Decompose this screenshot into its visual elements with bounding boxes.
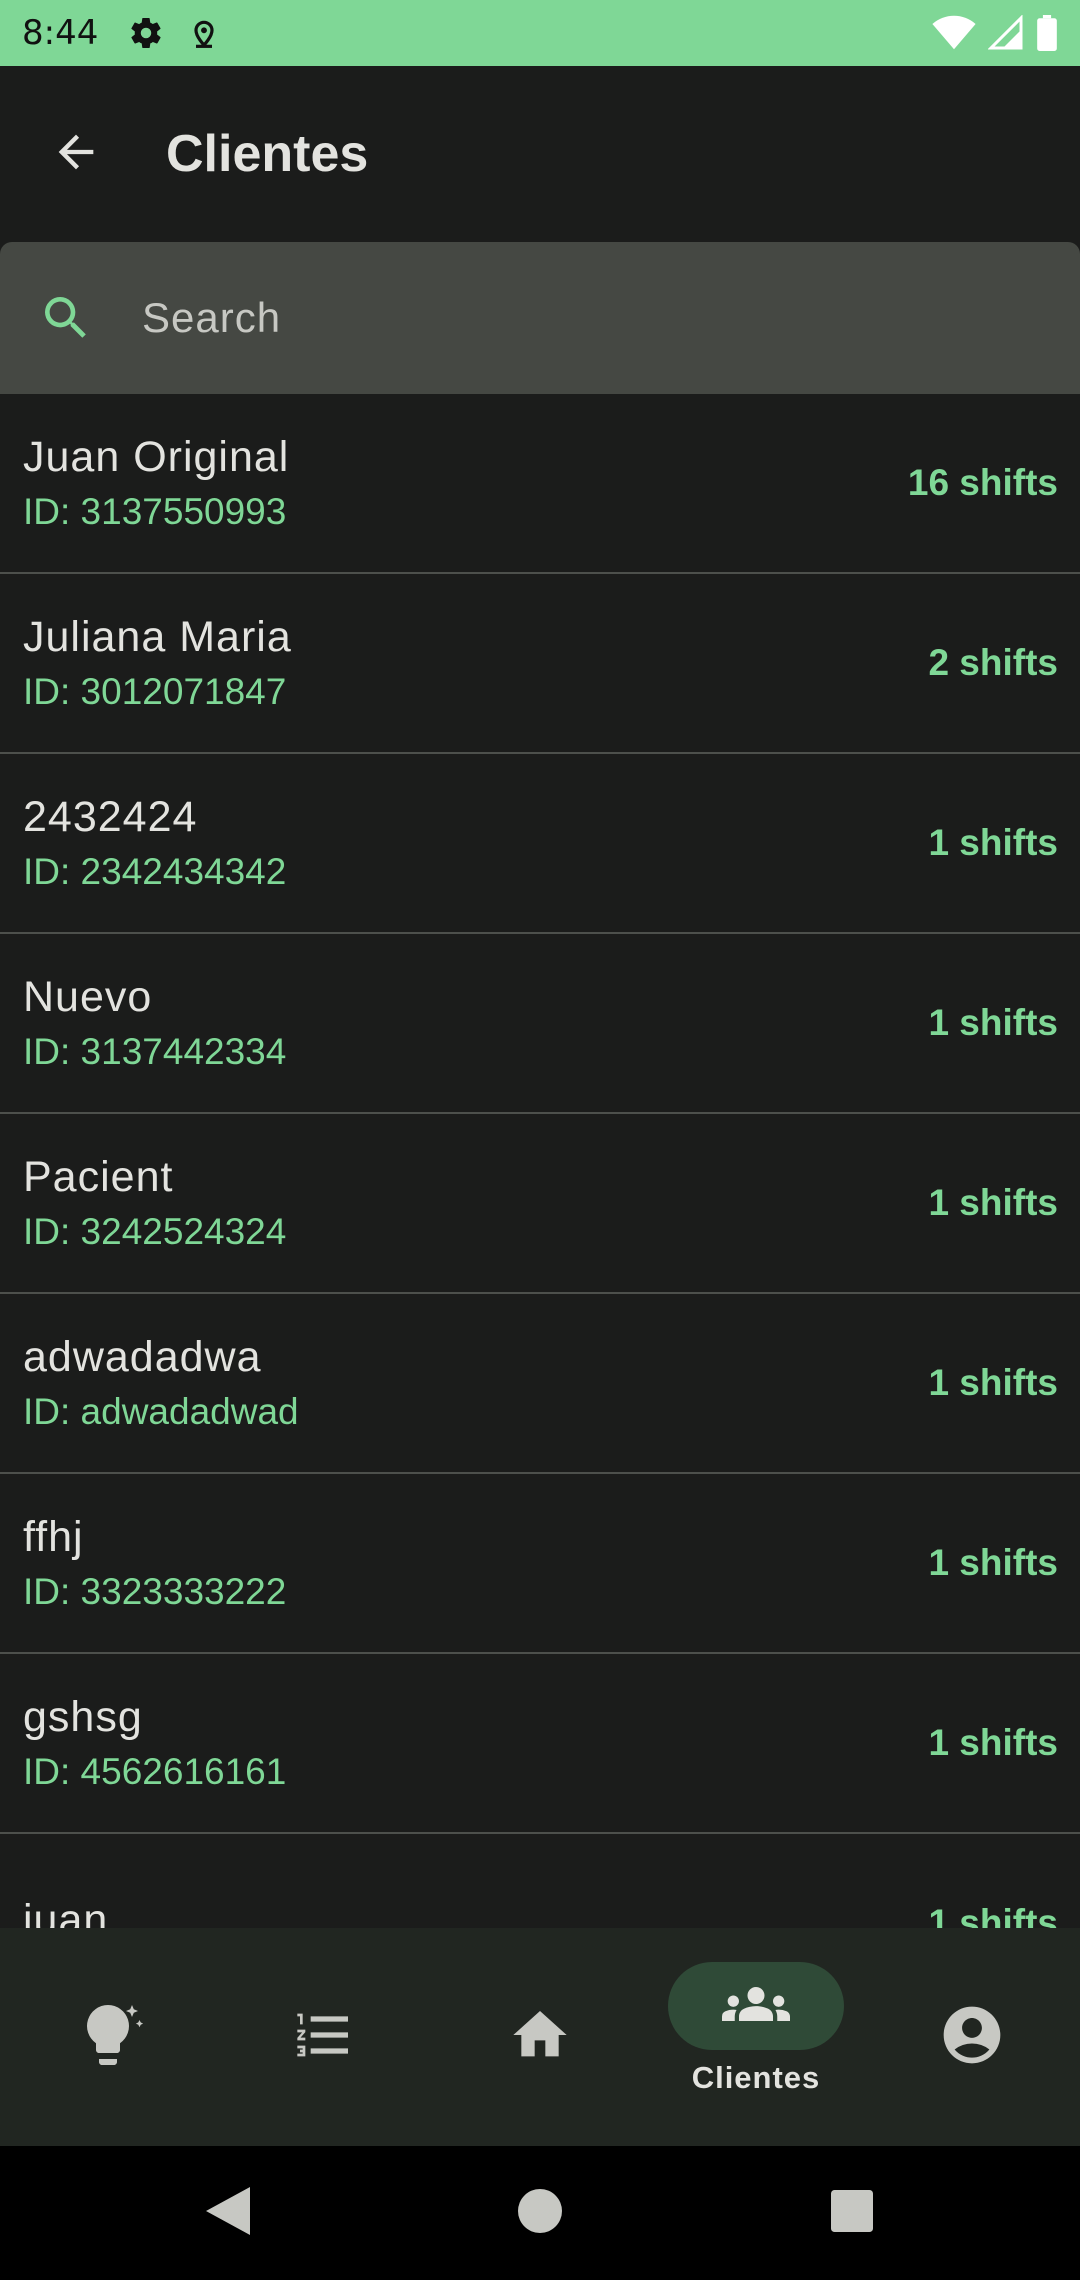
client-shifts: 16 shifts	[907, 462, 1058, 503]
list-item[interactable]: Pacient ID: 3242524324 1 shifts	[0, 1114, 1080, 1294]
client-shifts: 1 shifts	[928, 1182, 1058, 1223]
lightbulb-sparkle-icon	[72, 1999, 144, 2076]
arrow-back-icon	[50, 126, 102, 183]
client-name: Juan Original	[23, 433, 290, 481]
client-name: Pacient	[23, 1153, 174, 1201]
nav-item-home[interactable]	[432, 1928, 648, 2146]
list-item[interactable]: Juan Original ID: 3137550993 16 shifts	[0, 394, 1080, 574]
client-name: Juliana Maria	[23, 613, 292, 661]
recents-square-icon	[831, 2189, 873, 2237]
client-info: ffhj ID: 3323333222	[23, 1511, 928, 1615]
client-name: 2432424	[23, 793, 198, 841]
nav-pill	[20, 1993, 196, 2081]
clientes-screen: 8:44 Clientes Search Juan Original ID: 3…	[0, 0, 1080, 2280]
nav-item-account[interactable]	[864, 1928, 1080, 2146]
system-back-button[interactable]	[72, 2186, 384, 2240]
list-item[interactable]: adwadadwa ID: adwadadwad 1 shifts	[0, 1294, 1080, 1474]
list-item[interactable]: gshsg ID: 4562616161 1 shifts	[0, 1654, 1080, 1834]
home-icon	[508, 2003, 572, 2072]
nav-pill	[236, 1993, 412, 2081]
app-bar: Clientes	[0, 66, 1080, 242]
list-item[interactable]: 2432424 ID: 2342434342 1 shifts	[0, 754, 1080, 934]
status-left-icons	[128, 15, 220, 51]
nav-pill	[452, 1993, 628, 2081]
account-circle-icon	[938, 2001, 1006, 2074]
client-info: Juliana Maria ID: 3012071847	[23, 611, 928, 715]
client-shifts: 1 shifts	[928, 1002, 1058, 1043]
client-info: gshsg ID: 4562616161	[23, 1691, 928, 1795]
numbered-list-icon	[292, 2003, 356, 2072]
list-item[interactable]: juan 1 shifts	[0, 1834, 1080, 1928]
wifi-icon	[932, 15, 976, 51]
status-right-icons	[932, 15, 1058, 51]
client-info: juan	[23, 1894, 928, 1928]
client-shifts: 1 shifts	[928, 1902, 1058, 1928]
client-name: gshsg	[23, 1693, 143, 1741]
system-home-button[interactable]	[384, 2188, 696, 2238]
bottom-navigation: Clientes	[0, 1928, 1080, 2146]
client-info: Juan Original ID: 3137550993	[23, 431, 908, 535]
client-info: adwadadwa ID: adwadadwad	[23, 1331, 928, 1435]
client-id: ID: 2342434342	[23, 851, 287, 892]
search-bar[interactable]	[0, 242, 1080, 394]
system-recents-button[interactable]	[696, 2189, 1008, 2237]
back-button[interactable]	[28, 106, 124, 202]
client-info: Nuevo ID: 3137442334	[23, 971, 928, 1075]
page-title: Clientes	[166, 125, 369, 183]
nav-item-clientes[interactable]: Clientes	[648, 1928, 864, 2146]
status-bar: 8:44	[0, 0, 1080, 66]
client-shifts: 1 shifts	[928, 1362, 1058, 1403]
client-name: Nuevo	[23, 973, 153, 1021]
client-id: ID: 3137550993	[23, 491, 287, 532]
client-list[interactable]: Juan Original ID: 3137550993 16 shifts J…	[0, 394, 1080, 1928]
list-item[interactable]: Juliana Maria ID: 3012071847 2 shifts	[0, 574, 1080, 754]
client-id: ID: 3242524324	[23, 1211, 287, 1252]
client-id: ID: 3323333222	[23, 1571, 287, 1612]
search-icon	[36, 288, 96, 348]
nav-label-clientes: Clientes	[691, 2060, 821, 2095]
client-id: ID: 4562616161	[23, 1751, 287, 1792]
client-name: adwadadwa	[23, 1333, 262, 1381]
nav-item-ideas[interactable]	[0, 1928, 216, 2146]
nav-pill-active	[668, 1962, 844, 2050]
list-item[interactable]: ffhj ID: 3323333222 1 shifts	[0, 1474, 1080, 1654]
battery-icon	[1036, 15, 1058, 51]
search-input[interactable]	[142, 242, 1080, 394]
client-info: Pacient ID: 3242524324	[23, 1151, 928, 1255]
client-shifts: 1 shifts	[928, 822, 1058, 863]
list-item[interactable]: Nuevo ID: 3137442334 1 shifts	[0, 934, 1080, 1114]
home-circle-icon	[518, 2188, 562, 2238]
signal-icon	[988, 15, 1024, 51]
nav-pill	[884, 1993, 1060, 2081]
group-icon	[722, 1970, 790, 2043]
client-id: ID: 3137442334	[23, 1031, 287, 1072]
system-navigation	[0, 2146, 1080, 2280]
client-id: ID: adwadadwad	[23, 1391, 299, 1432]
client-shifts: 1 shifts	[928, 1722, 1058, 1763]
back-triangle-icon	[206, 2186, 250, 2240]
nav-item-list[interactable]	[216, 1928, 432, 2146]
client-shifts: 1 shifts	[928, 1542, 1058, 1583]
client-name: ffhj	[23, 1513, 84, 1561]
client-shifts: 2 shifts	[928, 642, 1058, 683]
client-info: 2432424 ID: 2342434342	[23, 791, 928, 895]
location-icon	[188, 15, 220, 51]
status-time: 8:44	[22, 13, 99, 53]
gear-icon	[128, 15, 164, 51]
client-name: juan	[23, 1896, 109, 1928]
client-id: ID: 3012071847	[23, 671, 287, 712]
